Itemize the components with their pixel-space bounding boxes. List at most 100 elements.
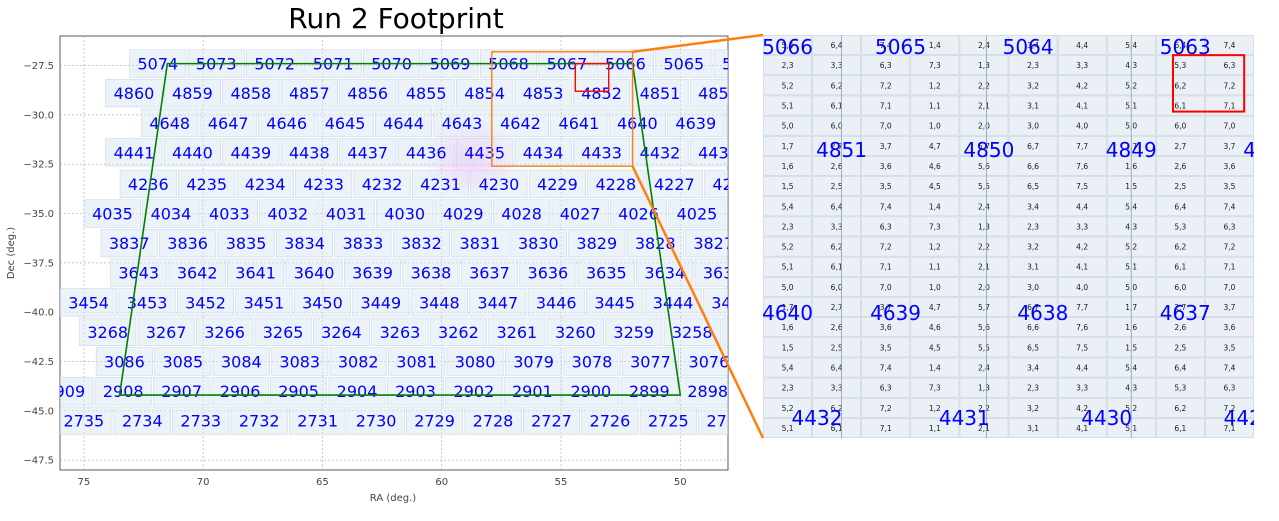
- patch-label: 5,3: [1174, 384, 1186, 393]
- patch-label: 7,5: [1076, 343, 1088, 352]
- tract-label: 3447: [477, 293, 518, 312]
- tract-label: 2908: [103, 382, 144, 401]
- patch-label: 2,3: [1027, 61, 1039, 70]
- tract-label: 3445: [594, 293, 635, 312]
- tract-label: 4229: [537, 175, 578, 194]
- tract-label: 4033: [209, 205, 250, 224]
- patch-label: 4,4: [1076, 202, 1088, 211]
- tract-label: 3080: [455, 353, 496, 372]
- tract-label: 2724: [706, 412, 747, 431]
- patch-label: 2,3: [782, 222, 794, 231]
- patch-label: 1,0: [929, 283, 941, 292]
- tract-label: 3449: [361, 293, 402, 312]
- patch-label: 1,4: [929, 363, 941, 372]
- patch-label: 1,6: [782, 162, 794, 171]
- patch-label: 6,4: [1174, 363, 1186, 372]
- patch-label: 3,2: [1027, 404, 1039, 413]
- tract-label: 4035: [92, 205, 133, 224]
- tract-label: 3085: [163, 353, 204, 372]
- tract-label: 3450: [302, 293, 343, 312]
- patch-label: 3,0: [1027, 283, 1039, 292]
- tract-label: 4646: [266, 114, 307, 133]
- zoom-tract-label: 5064: [1003, 35, 1054, 59]
- patch-label: 3,1: [1027, 263, 1039, 272]
- tract-label: 4859: [172, 84, 213, 103]
- zoom-tract-label: 4639: [870, 301, 921, 325]
- tract-label: 4431: [698, 143, 739, 162]
- patch-label: 3,7: [1223, 303, 1235, 312]
- patch-label: 7,3: [929, 61, 941, 70]
- tract-label: 2899: [629, 382, 670, 401]
- y-axis-label: Dec (deg.): [6, 227, 17, 279]
- zoom-tract-label: 4849: [1106, 138, 1157, 162]
- y-tick-label: −37.5: [23, 258, 54, 269]
- tract-label: 4643: [442, 114, 483, 133]
- patch-label: 2,0: [978, 283, 990, 292]
- tract-label: 2730: [356, 412, 397, 431]
- patch-label: 3,5: [880, 343, 892, 352]
- x-axis-label: RA (deg.): [370, 493, 416, 504]
- tract-label: 3451: [244, 293, 285, 312]
- zoom-tract-label: 4637: [1160, 301, 1211, 325]
- tract-label: 4644: [383, 114, 424, 133]
- tract-label: 2903: [395, 382, 436, 401]
- patch-label: 7,5: [1076, 182, 1088, 191]
- tract-label: 3260: [555, 323, 596, 342]
- patch-label: 7,4: [1223, 202, 1235, 211]
- tract-label: 4438: [289, 143, 330, 162]
- patch-label: 5,2: [782, 81, 794, 90]
- patch-label: 2,5: [1174, 343, 1186, 352]
- tract-label: 2732: [239, 412, 280, 431]
- patch-label: 6,3: [880, 222, 892, 231]
- patch-label: 3,5: [1223, 182, 1235, 191]
- tract-label: 3259: [613, 323, 654, 342]
- patch-label: 1,5: [782, 343, 794, 352]
- tract-label: 3262: [438, 323, 479, 342]
- patch-label: 1,1: [929, 263, 941, 272]
- y-tick-label: −30.0: [23, 110, 54, 121]
- tract-label: 3268: [87, 323, 128, 342]
- patch-label: 7,1: [1223, 102, 1235, 111]
- patch-label: 6,4: [831, 363, 843, 372]
- tract-label: 4228: [596, 175, 637, 194]
- tract-label: 4435: [464, 143, 505, 162]
- tract-label: 5065: [664, 55, 705, 74]
- tract-label: 4850: [698, 84, 739, 103]
- tract-label: 3261: [497, 323, 538, 342]
- tract-label: 2904: [337, 382, 378, 401]
- tract-label: 4030: [384, 205, 425, 224]
- tract-label: 4854: [464, 84, 505, 103]
- patch-label: 3,5: [880, 182, 892, 191]
- tract-label: 4233: [303, 175, 344, 194]
- patch-label: 3,4: [1027, 363, 1039, 372]
- tract-label: 4641: [559, 114, 600, 133]
- tract-label: 4034: [151, 205, 192, 224]
- patch-label: 2,6: [831, 323, 843, 332]
- patch-label: 7,4: [880, 363, 892, 372]
- patch-label: 6,5: [1027, 343, 1039, 352]
- tract-label: 3264: [321, 323, 362, 342]
- figure-canvas: Run 2 Footprint 5074 5073 5072 5071 5070 5069…: [6, 2, 1279, 504]
- tract-label: 3448: [419, 293, 460, 312]
- tract-label: 3831: [460, 234, 501, 253]
- patch-label: 4,6: [929, 162, 941, 171]
- patch-label: 6,1: [831, 102, 843, 111]
- patch-label: 1,7: [782, 142, 794, 151]
- patch-label: 1,0: [929, 122, 941, 131]
- patch-label: 1,3: [978, 61, 990, 70]
- patch-label: 6,1: [1174, 102, 1186, 111]
- tract-label: 2905: [278, 382, 319, 401]
- patch-label: 7,6: [1076, 323, 1088, 332]
- patch-label: 6,3: [1223, 384, 1235, 393]
- patch-label: 5,3: [1174, 61, 1186, 70]
- patch-label: 5,4: [782, 363, 794, 372]
- patch-label: 5,7: [978, 303, 990, 312]
- patch-label: 4,6: [929, 323, 941, 332]
- patch-label: 5,5: [978, 182, 990, 191]
- tract-label: 2729: [414, 412, 455, 431]
- tract-label: 3637: [469, 264, 510, 283]
- patch-label: 7,4: [1223, 41, 1235, 50]
- zoom-tract-label: 4636: [1268, 301, 1279, 325]
- patch-label: 4,5: [929, 182, 941, 191]
- patch-label: 1,1: [929, 102, 941, 111]
